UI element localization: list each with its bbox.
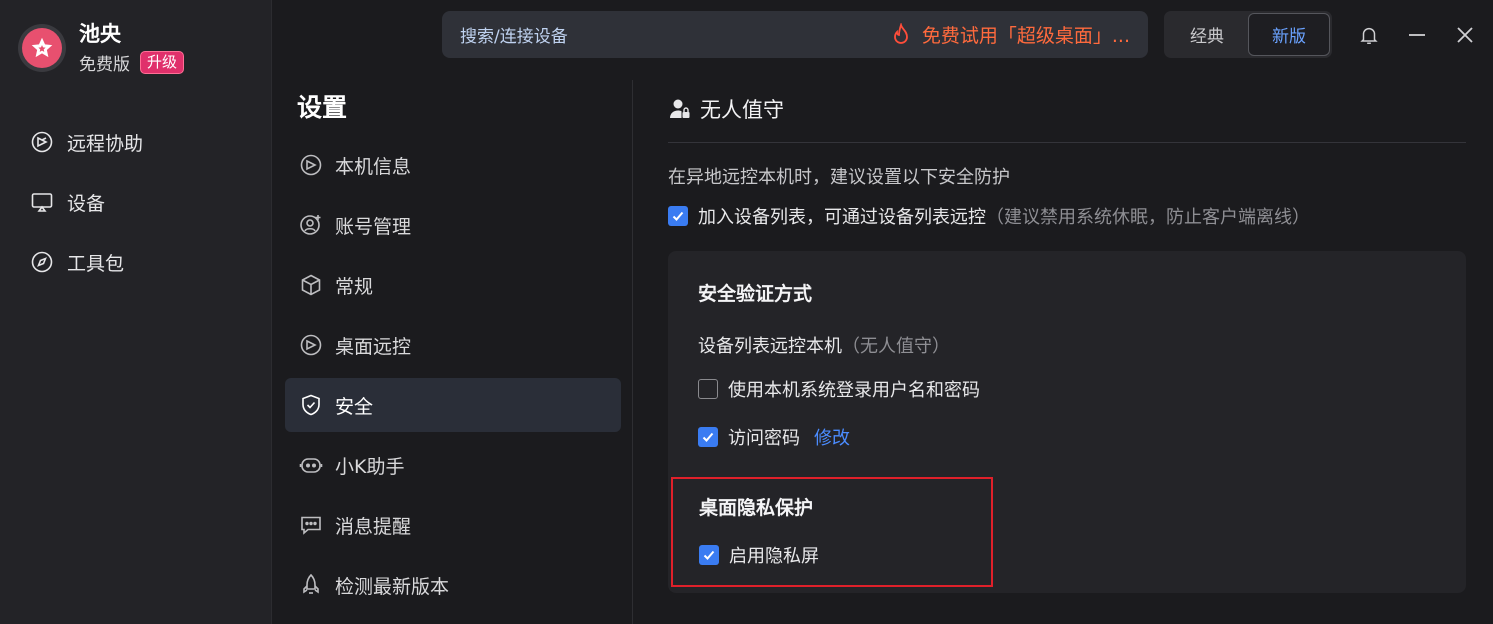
robot-icon xyxy=(299,458,323,473)
fire-icon xyxy=(893,22,908,44)
nav-item-devices[interactable]: 设备 xyxy=(0,172,272,232)
nav-item-label: 远程协助 xyxy=(67,132,144,155)
settings-item-label: 检测最新版本 xyxy=(335,575,450,598)
compass-icon xyxy=(31,251,53,273)
settings-title: 设置 xyxy=(297,93,348,122)
nav-item-label: 工具包 xyxy=(67,252,125,275)
settings-item-notifications[interactable]: 消息提醒 xyxy=(285,498,621,552)
sub-label-text: 设备列表远控本机 xyxy=(698,336,842,357)
section-divider xyxy=(668,142,1466,143)
settings-content: 无人值守 在异地远控本机时，建议设置以下安全防护 加入设备列表，可通过设备列表远… xyxy=(668,80,1466,593)
settings-item-general[interactable]: 常规 xyxy=(285,258,621,312)
privacy-heading: 桌面隐私保护 xyxy=(699,497,814,519)
mode-classic-button[interactable]: 经典 xyxy=(1166,13,1248,56)
user-name: 池央 xyxy=(79,22,121,46)
user-add-icon xyxy=(300,215,321,235)
add-device-label: 加入设备列表，可通过设备列表远控 xyxy=(698,207,986,228)
app-window: 池央 免费版 升级 远程协助 设备 工具包 搜索/连接设备 免费试用「超级桌面」… xyxy=(0,0,1493,624)
section-title-text: 无人值守 xyxy=(700,98,784,122)
close-icon xyxy=(1457,27,1473,43)
settings-item-desktop-remote[interactable]: 桌面远控 xyxy=(285,318,621,372)
section-description: 在异地远控本机时，建议设置以下安全防护 xyxy=(668,167,1010,188)
remote-assist-icon xyxy=(31,131,53,153)
system-login-checkbox[interactable] xyxy=(698,379,718,399)
settings-item-check-update[interactable]: 检测最新版本 xyxy=(285,558,621,612)
settings-item-assistant[interactable]: 小K助手 xyxy=(285,438,621,492)
check-icon xyxy=(672,211,684,221)
plan-label: 免费版 xyxy=(79,55,130,75)
mode-new-button[interactable]: 新版 xyxy=(1248,13,1330,56)
settings-item-label: 小K助手 xyxy=(335,455,405,478)
settings-item-label: 安全 xyxy=(335,395,374,418)
verification-sub-label: 设备列表远控本机（无人值守） xyxy=(698,332,1436,358)
settings-item-account[interactable]: 账号管理 xyxy=(285,198,621,252)
modify-password-link[interactable]: 修改 xyxy=(814,424,850,450)
access-password-label: 访问密码 xyxy=(728,428,800,449)
access-password-checkbox[interactable] xyxy=(698,427,718,447)
cube-icon xyxy=(301,274,321,296)
privacy-protection-highlight: 桌面隐私保护 启用隐私屏 xyxy=(671,477,993,587)
sidebar: 池央 免费版 升级 远程协助 设备 工具包 xyxy=(0,0,272,624)
settings-item-label: 桌面远控 xyxy=(335,335,412,358)
main-nav: 远程协助 设备 工具包 xyxy=(0,112,272,292)
rocket-icon xyxy=(303,573,319,594)
access-password-option[interactable]: 访问密码 修改 xyxy=(698,424,1436,450)
section-title: 无人值守 xyxy=(668,80,1466,138)
upgrade-button[interactable]: 升级 xyxy=(140,51,185,74)
privacy-screen-option[interactable]: 启用隐私屏 xyxy=(699,542,965,568)
remote-assist-icon xyxy=(300,154,322,176)
search-input[interactable]: 搜索/连接设备 xyxy=(460,22,568,47)
nav-item-toolkit[interactable]: 工具包 xyxy=(0,232,272,292)
settings-menu: 设置 本机信息 账号管理 常规 桌面远控 安全 小K助手 消息提醒 检测最新版本 xyxy=(285,80,621,618)
nav-item-label: 设备 xyxy=(67,192,106,215)
add-device-checkbox[interactable] xyxy=(668,206,688,226)
promo-text: 免费试用「超级桌面」... xyxy=(921,25,1130,47)
minimize-icon xyxy=(1409,34,1425,36)
vertical-divider xyxy=(632,80,633,624)
bell-icon xyxy=(1360,27,1378,44)
minimize-button[interactable] xyxy=(1402,20,1432,50)
security-verification-panel: 安全验证方式 设备列表远控本机（无人值守） 使用本机系统登录用户名和密码 访问密… xyxy=(668,251,1466,593)
privacy-screen-checkbox[interactable] xyxy=(699,545,719,565)
add-device-hint: （建议禁用系统休眠，防止客户端离线） xyxy=(986,207,1310,228)
promo-banner[interactable]: 免费试用「超级桌面」... xyxy=(890,21,1130,48)
monitor-icon xyxy=(31,193,53,212)
star-icon xyxy=(22,27,62,68)
settings-item-label: 本机信息 xyxy=(335,155,412,178)
nav-item-remote-assist[interactable]: 远程协助 xyxy=(0,112,272,172)
settings-item-label: 常规 xyxy=(335,275,374,298)
settings-item-security[interactable]: 安全 xyxy=(285,378,621,432)
mode-switch: 经典 新版 xyxy=(1164,11,1332,58)
add-device-option[interactable]: 加入设备列表，可通过设备列表远控 （建议禁用系统休眠，防止客户端离线） xyxy=(668,203,1466,229)
avatar[interactable] xyxy=(18,23,66,72)
message-icon xyxy=(301,516,321,535)
shield-icon xyxy=(302,394,320,416)
verification-heading: 安全验证方式 xyxy=(698,283,813,305)
search-bar[interactable]: 搜索/连接设备 免费试用「超级桌面」... xyxy=(442,11,1148,58)
privacy-screen-label: 启用隐私屏 xyxy=(729,546,819,567)
close-button[interactable] xyxy=(1450,20,1480,50)
user-lock-icon xyxy=(670,99,690,118)
user-profile[interactable]: 池央 免费版 升级 xyxy=(18,20,185,75)
check-icon xyxy=(703,550,715,560)
settings-item-label: 消息提醒 xyxy=(335,515,412,538)
check-icon xyxy=(702,432,714,442)
settings-item-label: 账号管理 xyxy=(335,215,412,238)
notification-button[interactable] xyxy=(1354,20,1384,50)
system-login-label: 使用本机系统登录用户名和密码 xyxy=(728,380,980,401)
sub-label-hint: （无人值守） xyxy=(842,336,950,357)
remote-assist-icon xyxy=(300,334,322,356)
system-login-option[interactable]: 使用本机系统登录用户名和密码 xyxy=(698,376,1436,402)
settings-item-device-info[interactable]: 本机信息 xyxy=(285,138,621,192)
